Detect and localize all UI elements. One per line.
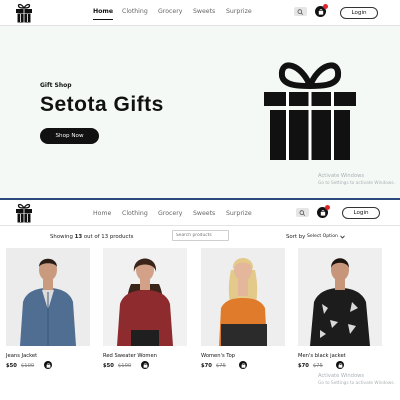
shopping-bag-icon bbox=[46, 362, 51, 368]
product-image[interactable] bbox=[201, 248, 285, 346]
product-price: $70 bbox=[201, 363, 212, 369]
gift-box-illustration-icon bbox=[262, 56, 358, 164]
product-old-price: $75 bbox=[313, 363, 323, 369]
shopping-bag-icon bbox=[320, 209, 325, 216]
product-name[interactable]: Men's black jacket bbox=[298, 353, 346, 359]
nav-grocery[interactable]: Grocery bbox=[158, 210, 182, 217]
product-old-price: $100 bbox=[21, 363, 35, 369]
product-image[interactable] bbox=[298, 248, 382, 346]
shop-now-button[interactable]: Shop Now bbox=[40, 128, 99, 144]
watermark-title: Activate Windows bbox=[318, 173, 365, 179]
product-old-price: $75 bbox=[216, 363, 226, 369]
nav-surprize[interactable]: Surprize bbox=[226, 210, 252, 217]
login-button[interactable]: Login bbox=[340, 7, 378, 19]
product-old-price: $100 bbox=[118, 363, 132, 369]
shopping-bag-icon bbox=[318, 8, 323, 15]
add-to-cart-button[interactable] bbox=[239, 361, 247, 369]
product-image[interactable] bbox=[103, 248, 187, 346]
search-button[interactable] bbox=[296, 208, 309, 217]
activate-windows-watermark: Activate Windows Go to Settings to activ… bbox=[318, 373, 395, 387]
shopping-bag-icon bbox=[143, 362, 148, 368]
showing-suffix: out of 13 products bbox=[83, 234, 134, 240]
cart-button[interactable] bbox=[315, 4, 328, 17]
hero-title: Setota Gifts bbox=[40, 93, 164, 116]
sort-label: Sort by bbox=[286, 234, 306, 240]
main-header: Home Clothing Grocery Sweets Surprize Lo… bbox=[0, 0, 400, 26]
add-to-cart-button[interactable] bbox=[336, 361, 344, 369]
nav-home[interactable]: Home bbox=[93, 8, 114, 20]
hero-banner: Gift Shop Setota Gifts Shop Now Activate… bbox=[0, 26, 400, 198]
cart-badge bbox=[325, 205, 330, 210]
watermark-subtitle: Go to Settings to activate Windows. bbox=[318, 381, 395, 386]
shopping-bag-icon bbox=[241, 362, 246, 368]
hero-kicker: Gift Shop bbox=[40, 82, 72, 89]
product-search-input[interactable] bbox=[172, 230, 229, 241]
watermark-title: Activate Windows bbox=[318, 373, 365, 379]
login-button[interactable]: Login bbox=[342, 207, 380, 219]
nav-surprize[interactable]: Surprize bbox=[226, 8, 252, 15]
product-price: $70 bbox=[298, 363, 309, 369]
search-icon bbox=[297, 8, 304, 15]
showing-prefix: Showing bbox=[50, 234, 73, 240]
search-button[interactable] bbox=[294, 7, 307, 16]
product-image[interactable] bbox=[6, 248, 90, 346]
cart-badge bbox=[323, 4, 328, 9]
nav-home[interactable]: Home bbox=[93, 210, 111, 217]
showing-count: 13 bbox=[74, 234, 83, 240]
product-price: $50 bbox=[6, 363, 17, 369]
chevron-down-icon[interactable] bbox=[340, 235, 345, 239]
products-header: Home Clothing Grocery Sweets Surprize Lo… bbox=[0, 200, 400, 226]
nav-clothing[interactable]: Clothing bbox=[122, 8, 148, 15]
product-name[interactable]: Women's Top bbox=[201, 353, 235, 359]
gift-logo-icon[interactable] bbox=[15, 203, 33, 223]
nav-sweets[interactable]: Sweets bbox=[193, 8, 215, 15]
add-to-cart-button[interactable] bbox=[141, 361, 149, 369]
product-filter-bar: Showing 13 out of 13 products Sort by Se… bbox=[0, 226, 400, 246]
gift-logo-icon[interactable] bbox=[15, 3, 33, 23]
results-count: Showing 13 out of 13 products bbox=[50, 234, 133, 240]
shopping-bag-icon bbox=[338, 362, 343, 368]
product-price: $50 bbox=[103, 363, 114, 369]
cart-button[interactable] bbox=[317, 205, 330, 218]
nav-grocery[interactable]: Grocery bbox=[158, 8, 182, 15]
product-name[interactable]: Red Sweater Women bbox=[103, 353, 157, 359]
watermark-subtitle: Go to Settings to activate Windows. bbox=[318, 181, 395, 186]
activate-windows-watermark: Activate Windows Go to Settings to activ… bbox=[318, 173, 395, 187]
nav-sweets[interactable]: Sweets bbox=[193, 210, 215, 217]
sort-select[interactable]: Select Option bbox=[307, 234, 338, 239]
add-to-cart-button[interactable] bbox=[44, 361, 52, 369]
search-icon bbox=[299, 209, 306, 216]
nav-clothing[interactable]: Clothing bbox=[122, 210, 148, 217]
product-name[interactable]: Jeans Jacket bbox=[6, 353, 37, 359]
